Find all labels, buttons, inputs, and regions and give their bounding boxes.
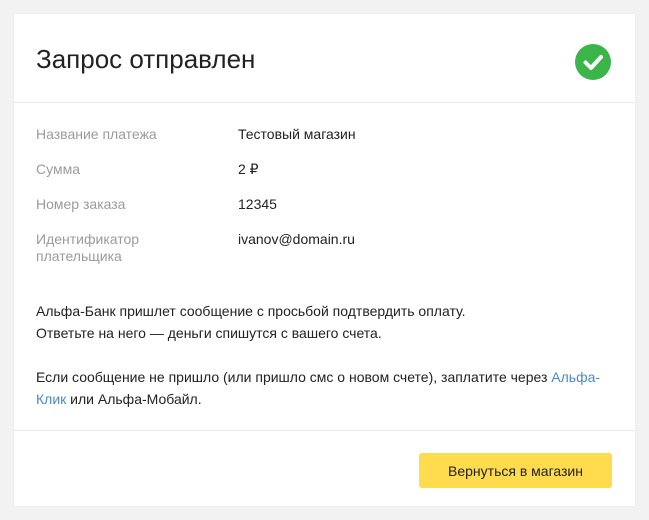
check-circle-icon (575, 44, 611, 80)
detail-row-order-number: Номер заказа 12345 (36, 196, 616, 231)
detail-row-payment-name: Название платежа Тестовый магазин (36, 126, 616, 161)
info-paragraph-confirm: Альфа-Банк пришлет сообщение с просьбой … (36, 300, 616, 344)
detail-value: ivanov@domain.ru (238, 231, 355, 247)
card-header: Запрос отправлен (14, 14, 635, 103)
detail-label: Название платежа (36, 126, 157, 142)
detail-label: Сумма (36, 161, 80, 177)
info-line: или Альфа-Мобайл. (66, 391, 202, 407)
detail-label: Идентификатор плательщика (36, 231, 140, 264)
detail-value: 12345 (238, 196, 277, 212)
page-title: Запрос отправлен (36, 44, 256, 74)
info-line: Ответьте на него — деньги спишутся с ваш… (36, 325, 382, 341)
info-paragraph-fallback: Если сообщение не пришло (или пришло смс… (36, 366, 616, 410)
detail-value: Тестовый магазин (238, 126, 356, 142)
info-line: Если сообщение не пришло (или пришло смс… (36, 369, 552, 385)
card-footer: Вернуться в магазин (14, 430, 635, 507)
detail-label: Номер заказа (36, 196, 126, 212)
detail-value: 2 ₽ (238, 161, 259, 177)
info-line: Альфа-Банк пришлет сообщение с просьбой … (36, 303, 466, 319)
detail-row-amount: Сумма 2 ₽ (36, 161, 616, 196)
payment-details: Название платежа Тестовый магазин Сумма … (36, 126, 616, 275)
info-text: Альфа-Банк пришлет сообщение с просьбой … (36, 300, 616, 410)
payment-status-card: Запрос отправлен Название платежа Тестов… (14, 14, 635, 506)
return-to-shop-button[interactable]: Вернуться в магазин (419, 453, 612, 488)
detail-row-payer-id: Идентификатор плательщика ivanov@domain.… (36, 231, 616, 275)
